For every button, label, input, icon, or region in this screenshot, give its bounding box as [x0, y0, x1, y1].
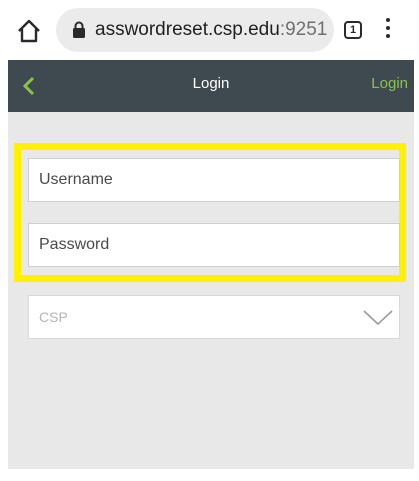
address-bar[interactable]: asswordreset.csp.edu:9251	[56, 8, 334, 52]
domain-select[interactable]: CSP	[28, 295, 400, 339]
login-button[interactable]: Login	[371, 75, 408, 92]
chevron-down-icon	[363, 310, 393, 326]
username-field[interactable]: Username	[28, 158, 400, 202]
lock-icon	[73, 21, 85, 38]
url-port: :9251	[279, 19, 328, 40]
tab-switcher-button[interactable]: 1	[344, 21, 362, 39]
browser-toolbar: asswordreset.csp.edu:9251 1	[0, 0, 419, 60]
app-header: Login Login	[8, 60, 414, 112]
url-host: asswordreset.csp.edu	[95, 19, 280, 40]
app-content: Login Login Username Password CSP	[8, 60, 414, 469]
domain-select-value: CSP	[39, 309, 68, 325]
home-icon[interactable]	[15, 17, 43, 45]
url-text: asswordreset.csp.edu:9251	[95, 19, 327, 41]
page-title: Login	[192, 75, 230, 92]
password-field[interactable]: Password	[28, 223, 400, 267]
more-vert-icon[interactable]	[383, 18, 393, 42]
